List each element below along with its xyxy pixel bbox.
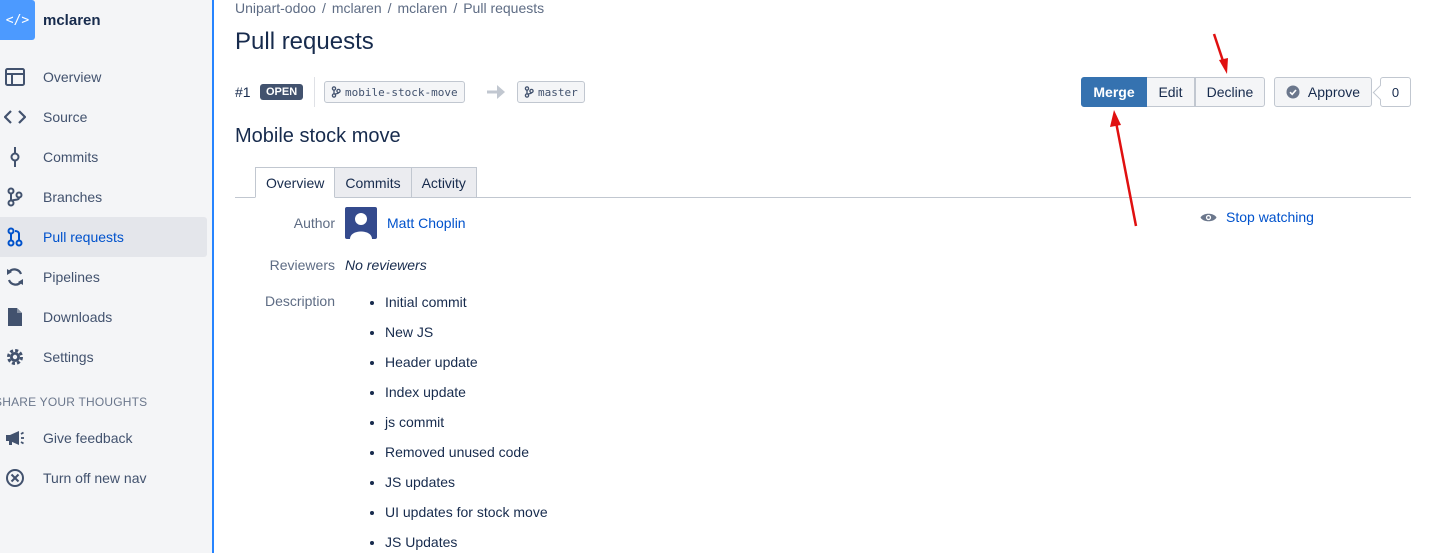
reviewers-label: Reviewers <box>269 257 335 273</box>
list-item: Initial commit <box>385 292 548 322</box>
author-name[interactable]: Matt Choplin <box>387 215 466 231</box>
branch-icon <box>331 86 341 98</box>
breadcrumb-separator: / <box>387 0 392 16</box>
page-title: Pull requests <box>235 28 374 55</box>
breadcrumb-item[interactable]: mclaren <box>398 0 448 16</box>
sidebar-item-label: Commits <box>43 149 99 165</box>
arrow-right-icon <box>487 85 505 99</box>
sidebar-item-label: Pipelines <box>43 269 100 285</box>
document-icon <box>4 306 26 328</box>
author-label: Author <box>293 215 335 231</box>
check-circle-icon <box>1286 85 1300 99</box>
breadcrumb-item[interactable]: Pull requests <box>463 0 544 16</box>
target-branch-name: master <box>538 85 578 99</box>
pr-title: Mobile stock move <box>235 125 401 147</box>
list-item: Removed unused code <box>385 442 548 472</box>
decline-button[interactable]: Decline <box>1195 77 1265 107</box>
breadcrumb-item[interactable]: Unipart-odoo <box>235 0 316 16</box>
stop-watching-label: Stop watching <box>1226 209 1314 225</box>
pull-request-icon <box>4 226 26 248</box>
reviewers-value: No reviewers <box>345 257 427 273</box>
sidebar-item-label: Downloads <box>43 309 113 325</box>
repo-name: mclaren <box>43 11 101 29</box>
list-item: Header update <box>385 352 548 382</box>
source-branch[interactable]: mobile-stock-move <box>324 81 465 103</box>
sidebar-item-pull-requests[interactable]: Pull requests <box>0 217 207 257</box>
approval-count: 0 <box>1380 77 1411 107</box>
gear-icon <box>4 346 26 368</box>
divider <box>314 77 315 107</box>
sidebar-item-label: Overview <box>43 69 102 85</box>
sidebar-item-turn-off-new-nav[interactable]: Turn off new nav <box>0 458 207 498</box>
pr-action-group: Merge Edit Decline <box>1081 77 1265 107</box>
breadcrumb-separator: / <box>321 0 326 16</box>
sidebar-item-label: Source <box>43 109 88 125</box>
pr-number: #1 <box>235 84 251 100</box>
edit-button[interactable]: Edit <box>1147 77 1195 107</box>
code-icon <box>4 106 26 128</box>
repo-avatar: </> <box>0 0 35 40</box>
commit-icon <box>4 146 26 168</box>
sidebar-item-settings[interactable]: Settings <box>0 337 207 377</box>
sidebar-item-label: Pull requests <box>43 229 124 245</box>
avatar[interactable] <box>345 207 377 239</box>
tab-activity[interactable]: Activity <box>411 167 477 198</box>
sidebar-item-label: Branches <box>43 189 103 205</box>
main-content: Unipart-odoo / mclaren / mclaren / Pull reques… <box>235 0 1411 553</box>
list-item: Index update <box>385 382 548 412</box>
sidebar-item-source[interactable]: Source <box>0 97 207 137</box>
breadcrumb-separator: / <box>453 0 458 16</box>
sidebar-item-give-feedback[interactable]: Give feedback <box>0 418 207 458</box>
approve-button[interactable]: Approve <box>1274 77 1372 107</box>
list-item: New JS <box>385 322 548 352</box>
stop-watching-link[interactable]: Stop watching <box>1200 209 1314 225</box>
pipelines-icon <box>4 266 26 288</box>
sidebar-item-overview[interactable]: Overview <box>0 57 207 97</box>
repo-header[interactable]: </> mclaren <box>0 0 212 40</box>
section-label-feedback: SHARE YOUR THOUGHTS <box>0 395 148 409</box>
eye-icon <box>1200 213 1217 221</box>
sidebar-item-label: Give feedback <box>43 430 133 446</box>
list-item: JS updates <box>385 472 548 502</box>
list-item: JS Updates <box>385 532 548 553</box>
description-label: Description <box>264 293 335 309</box>
breadcrumb-item[interactable]: mclaren <box>332 0 382 16</box>
tab-commits[interactable]: Commits <box>335 167 412 198</box>
sidebar-item-label: Settings <box>43 349 94 365</box>
target-branch[interactable]: master <box>517 81 585 103</box>
status-badge: OPEN <box>260 84 304 100</box>
sidebar-item-label: Turn off new nav <box>43 470 147 486</box>
breadcrumb: Unipart-odoo / mclaren / mclaren / Pull reques… <box>235 0 544 16</box>
close-circle-icon <box>4 467 26 489</box>
pr-header-row: #1 OPEN mobile-stock-move master Merge E… <box>235 77 1411 107</box>
sidebar-item-commits[interactable]: Commits <box>0 137 207 177</box>
list-item: js commit <box>385 412 548 442</box>
list-item: UI updates for stock move <box>385 502 548 532</box>
description-list: Initial commit New JS Header update Inde… <box>385 292 548 553</box>
pr-tabs: Overview Commits Activity <box>255 167 477 198</box>
merge-button[interactable]: Merge <box>1081 77 1147 107</box>
sidebar-item-branches[interactable]: Branches <box>0 177 207 217</box>
approve-label: Approve <box>1307 84 1361 100</box>
user-avatar-icon <box>350 213 372 239</box>
megaphone-icon <box>4 427 26 449</box>
tab-overview[interactable]: Overview <box>255 167 336 198</box>
overview-icon <box>4 66 26 88</box>
sidebar: </> mclaren Overview Source Commits Bran… <box>0 0 214 553</box>
branch-icon <box>4 186 26 208</box>
source-branch-name: mobile-stock-move <box>345 85 458 99</box>
sidebar-item-pipelines[interactable]: Pipelines <box>0 257 207 297</box>
branch-icon <box>524 86 534 98</box>
sidebar-item-downloads[interactable]: Downloads <box>0 297 207 337</box>
